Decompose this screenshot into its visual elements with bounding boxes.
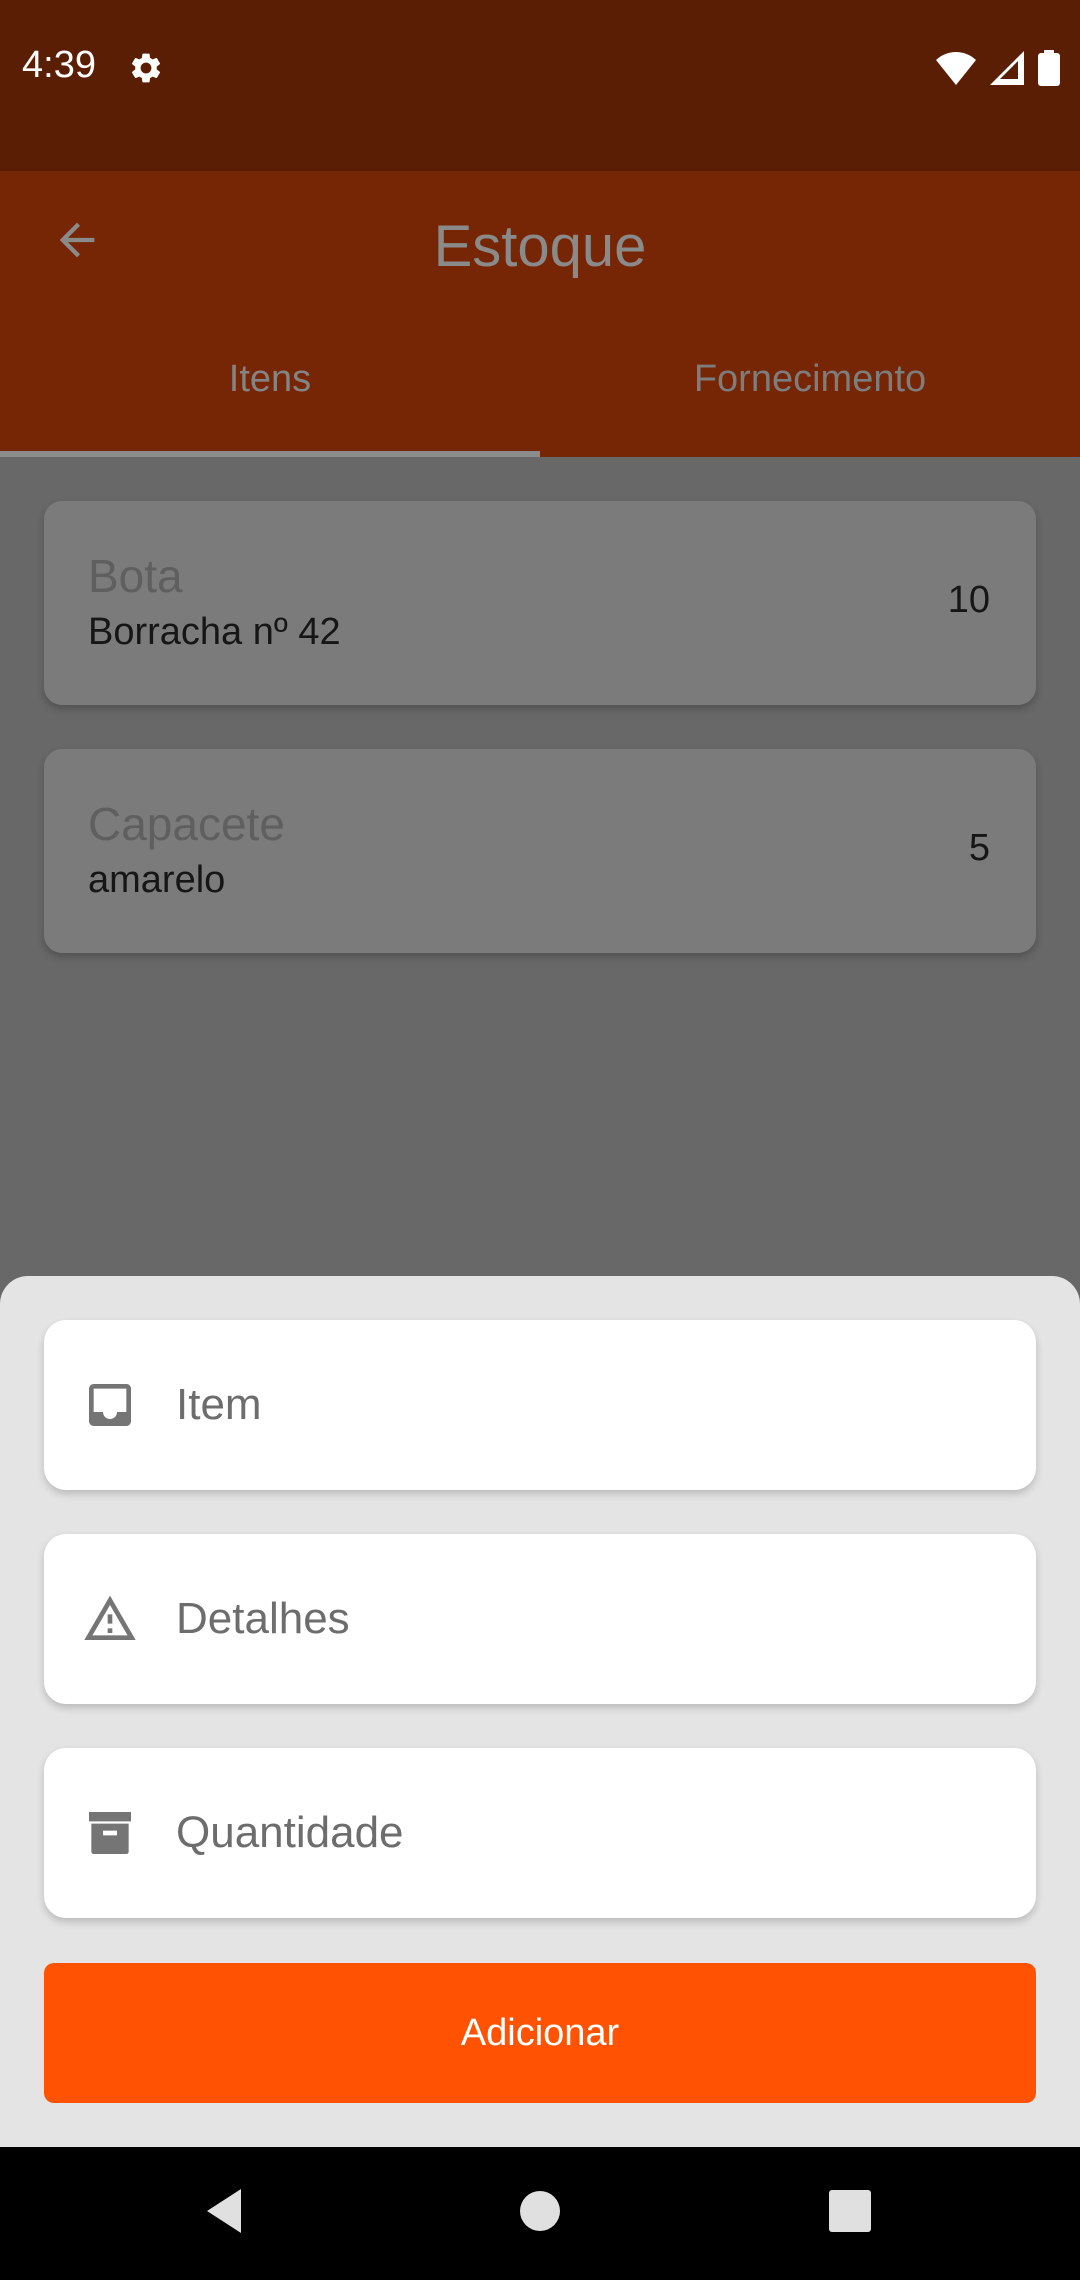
signal-icon <box>990 51 1024 90</box>
nav-home-icon <box>518 2189 562 2238</box>
system-nav-bar <box>0 2147 1080 2280</box>
wifi-icon <box>936 51 976 90</box>
item-field[interactable] <box>44 1320 1036 1490</box>
item-name: Bota <box>88 550 183 602</box>
tab-itens[interactable]: Itens <box>0 301 540 457</box>
add-item-sheet: Adicionar <box>0 1276 1080 2147</box>
app-bar: Estoque Itens Fornecimento <box>0 171 1080 457</box>
item-quantity: 5 <box>968 827 990 869</box>
nav-home-button[interactable] <box>508 2181 572 2245</box>
gear-icon <box>128 50 164 86</box>
item-quantity: 10 <box>947 579 990 621</box>
quantity-input[interactable] <box>176 1748 996 1918</box>
status-time: 4:39 <box>22 44 96 86</box>
nav-recents-button[interactable] <box>818 2181 882 2245</box>
tab-bar: Itens Fornecimento <box>0 301 1080 457</box>
page-title: Estoque <box>433 214 647 279</box>
add-button[interactable]: Adicionar <box>44 1963 1036 2103</box>
nav-back-icon <box>203 2187 247 2240</box>
nav-recents-icon <box>829 2189 871 2237</box>
details-field[interactable] <box>44 1534 1036 1704</box>
item-input[interactable] <box>176 1320 996 1490</box>
status-bar: 4:39 <box>0 0 1080 171</box>
item-name: Capacete <box>88 798 285 850</box>
archive-icon <box>82 1805 138 1861</box>
list-item[interactable]: Capacete amarelo 5 <box>44 749 1036 953</box>
item-detail: amarelo <box>88 859 226 901</box>
item-detail: Borracha nº 42 <box>88 611 341 653</box>
details-input[interactable] <box>176 1534 996 1704</box>
tab-fornecimento[interactable]: Fornecimento <box>540 301 1080 457</box>
quantity-field[interactable] <box>44 1748 1036 1918</box>
battery-icon <box>1038 50 1060 91</box>
list-item[interactable]: Bota Borracha nº 42 10 <box>44 501 1036 705</box>
inbox-icon <box>82 1377 138 1433</box>
warning-icon <box>82 1591 138 1647</box>
nav-back-button[interactable] <box>193 2181 257 2245</box>
